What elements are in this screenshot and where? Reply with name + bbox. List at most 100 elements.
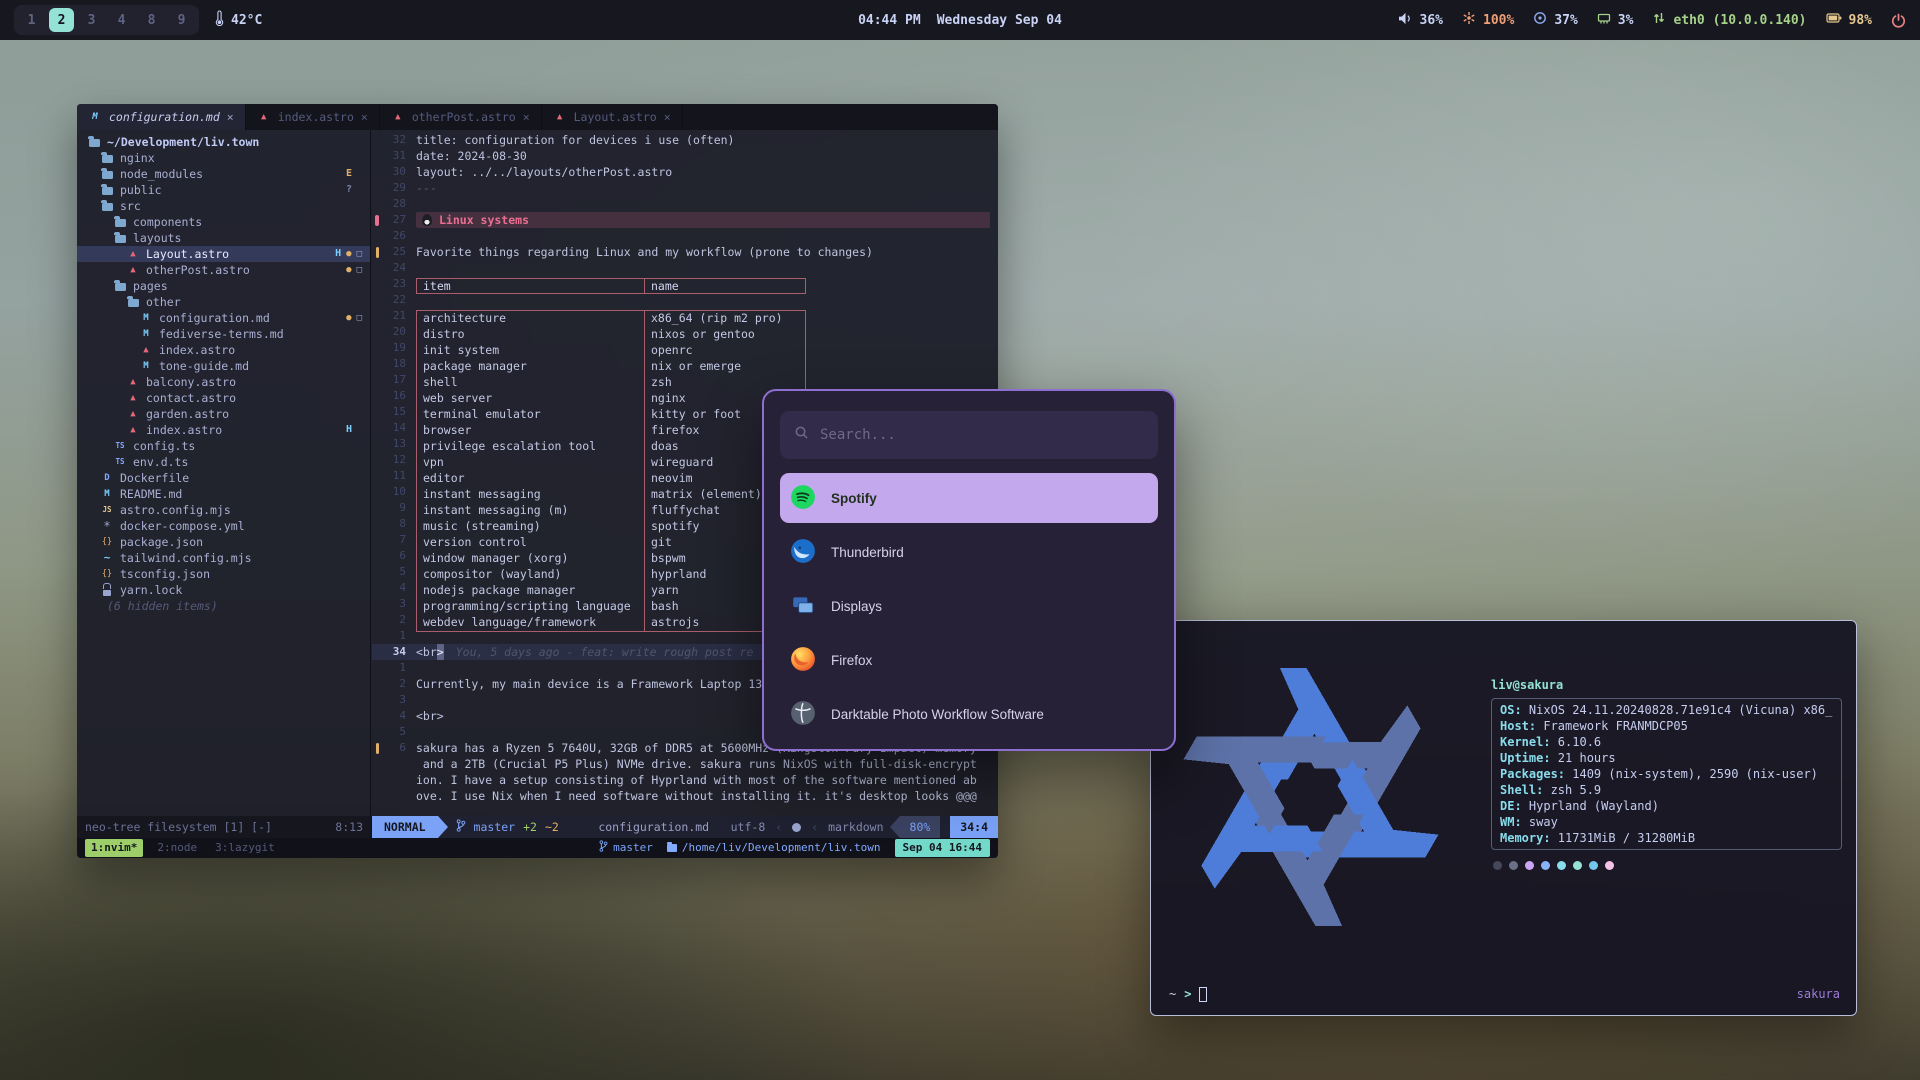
temperature-module[interactable]: 42°C	[215, 10, 262, 30]
workspace-button[interactable]: 2	[49, 8, 74, 32]
file-tree-item[interactable]: Dockerfile	[77, 470, 370, 486]
close-icon[interactable]	[523, 109, 530, 125]
line-number: 27	[382, 212, 416, 228]
tmux-window-tab[interactable]: 2:node	[153, 840, 201, 856]
line-number: 3	[382, 596, 416, 612]
editor-line[interactable]: 29 ---	[372, 180, 998, 196]
editor-tab[interactable]: configuration.md	[77, 104, 246, 130]
mode-indicator: NORMAL	[372, 816, 438, 838]
editor-tab[interactable]: Layout.astro	[542, 104, 683, 130]
file-tree-item[interactable]: Layout.astro H ● □	[77, 246, 370, 262]
workspace-button[interactable]: 8	[139, 8, 164, 32]
network-module[interactable]: eth0 (10.0.0.140)	[1652, 11, 1806, 29]
file-tree-item[interactable]: tsconfig.json	[77, 566, 370, 582]
file-tree-item[interactable]: docker-compose.yml	[77, 518, 370, 534]
file-tree-item[interactable]: node_modules E	[77, 166, 370, 182]
file-icon	[113, 439, 127, 453]
system-info-row: Shell: zsh 5.9	[1500, 782, 1833, 798]
file-tree-item[interactable]: public ?	[77, 182, 370, 198]
editor-line[interactable]: 30 layout: ../../layouts/otherPost.astro	[372, 164, 998, 180]
tmux-clock: Sep 04 16:44	[895, 839, 990, 857]
file-tree-item[interactable]: src	[77, 198, 370, 214]
gutter-sign	[372, 743, 382, 754]
firefox-icon	[790, 646, 816, 675]
battery-module[interactable]: 98%	[1826, 11, 1872, 29]
line-number: 2	[382, 612, 416, 628]
shell-prompt[interactable]: ~ >	[1169, 986, 1207, 1002]
volume-module[interactable]: 36%	[1398, 12, 1443, 29]
bufferline: configuration.md index.astro otherPost.a…	[77, 104, 998, 130]
file-tree-item[interactable]: env.d.ts	[77, 454, 370, 470]
search-input[interactable]	[820, 427, 1144, 443]
file-tree-item[interactable]: package.json	[77, 534, 370, 550]
editor-tab[interactable]: otherPost.astro	[380, 104, 542, 130]
file-tree-item[interactable]: other	[77, 294, 370, 310]
file-tree-item[interactable]: balcony.astro	[77, 374, 370, 390]
file-tree-item[interactable]: config.ts	[77, 438, 370, 454]
cursor: >	[437, 644, 444, 660]
file-tree-item[interactable]: index.astro H	[77, 422, 370, 438]
launcher-item-spotify[interactable]: Spotify	[780, 473, 1158, 523]
file-tree-item[interactable]: components	[77, 214, 370, 230]
workspace-button[interactable]: 9	[169, 8, 194, 32]
editor-line[interactable]: and a 2TB (Crucial P5 Plus) NVMe drive. …	[372, 756, 998, 772]
file-tree-item[interactable]: index.astro	[77, 342, 370, 358]
launcher-item-firefox[interactable]: Firefox	[780, 635, 1158, 685]
workspace-button[interactable]: 4	[109, 8, 134, 32]
launcher-item-darktable[interactable]: Darktable Photo Workflow Software	[780, 689, 1158, 739]
file-tree-item[interactable]: README.md	[77, 486, 370, 502]
volume-value: 36%	[1420, 13, 1443, 28]
disk-module[interactable]: 37%	[1533, 11, 1577, 29]
palette-dot	[1557, 861, 1566, 870]
file-tree-item[interactable]: pages	[77, 278, 370, 294]
file-tree-item[interactable]: (6 hidden items)	[77, 598, 370, 614]
file-tree-item[interactable]: nginx	[77, 150, 370, 166]
close-icon[interactable]	[664, 109, 671, 125]
file-tree-item[interactable]: astro.config.mjs	[77, 502, 370, 518]
editor-line[interactable]: 26	[372, 228, 998, 244]
workspace-button[interactable]: 1	[19, 8, 44, 32]
line-number: 23	[382, 276, 416, 292]
file-type-icon	[88, 110, 102, 124]
launcher-item-thunderbird[interactable]: Thunderbird	[780, 527, 1158, 577]
editor-line[interactable]: 22	[372, 292, 998, 308]
file-tree-item[interactable]: tailwind.config.mjs	[77, 550, 370, 566]
file-tree-item[interactable]: otherPost.astro ● □	[77, 262, 370, 278]
tmux-window-tab[interactable]: 1:nvim*	[85, 839, 143, 857]
table-row: music (streaming) spotify	[417, 519, 805, 535]
memory-module[interactable]: 3%	[1597, 11, 1634, 29]
system-info-row: Host: Framework FRANMDCP05	[1500, 718, 1833, 734]
table-row: architecture x86_64 (rip m2 pro)	[417, 311, 805, 327]
file-icon	[100, 151, 114, 165]
close-icon[interactable]	[361, 109, 368, 125]
editor-line[interactable]: 28	[372, 196, 998, 212]
file-tree: ~/Development/liv.town nginx node_module…	[77, 130, 371, 816]
file-tree-item[interactable]: contact.astro	[77, 390, 370, 406]
launcher-item-displays[interactable]: Displays	[780, 581, 1158, 631]
editor-line[interactable]: 32 title: configuration for devices i us…	[372, 132, 998, 148]
tmux-window-tab[interactable]: 3:lazygit	[211, 840, 279, 856]
file-tree-item[interactable]: tone-guide.md	[77, 358, 370, 374]
fan-module[interactable]: 100%	[1462, 11, 1514, 29]
table-row: distro nixos or gentoo	[417, 327, 805, 343]
power-button[interactable]	[1891, 13, 1906, 28]
file-tree-item[interactable]: garden.astro	[77, 406, 370, 422]
editor-line[interactable]: ove. I use Nix when I need software with…	[372, 788, 998, 804]
file-tree-item[interactable]: yarn.lock	[77, 582, 370, 598]
file-tree-item[interactable]: layouts	[77, 230, 370, 246]
editor-line[interactable]: 25 Favorite things regarding Linux and m…	[372, 244, 998, 260]
prompt-symbol: >	[1184, 986, 1191, 1002]
editor-line[interactable]: 27 Linux systems	[372, 212, 998, 228]
editor-line[interactable]: ion. I have a setup consisting of Hyprla…	[372, 772, 998, 788]
editor-tab[interactable]: index.astro	[246, 104, 380, 130]
status-letter-badge: E	[346, 166, 352, 182]
editor-line[interactable]: 24	[372, 260, 998, 276]
file-tree-item[interactable]: configuration.md ● □	[77, 310, 370, 326]
close-icon[interactable]	[227, 109, 234, 125]
file-tree-root[interactable]: ~/Development/liv.town	[77, 134, 370, 150]
editor-line[interactable]: 31 date: 2024-08-30	[372, 148, 998, 164]
file-type-icon	[257, 110, 271, 124]
workspace-button[interactable]: 3	[79, 8, 104, 32]
line-number: 25	[382, 244, 416, 260]
file-tree-item[interactable]: fediverse-terms.md	[77, 326, 370, 342]
